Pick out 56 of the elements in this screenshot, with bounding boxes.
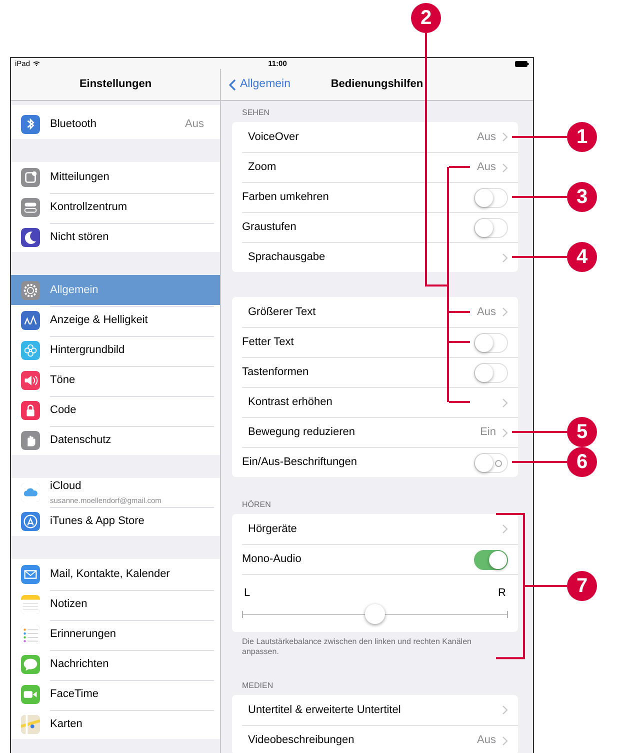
toggle-switch[interactable] [474, 550, 508, 570]
value-text: Aus [477, 733, 496, 748]
row-label: Farben umkehren [242, 190, 329, 206]
back-button[interactable]: Allgemein [229, 69, 290, 100]
sidebar-title: Einstellungen [79, 77, 152, 92]
row-label: Mono-Audio [242, 552, 302, 568]
row-label: Ein/Aus-Beschriftungen [242, 455, 357, 470]
section-header: SEHEN [241, 107, 271, 119]
section-header: HÖREN [241, 499, 272, 511]
value-text: Aus [477, 130, 496, 145]
section-header: MEDIEN [241, 680, 274, 692]
callout-number: 7 [567, 571, 597, 602]
section-footer: Die Lautstärkebalance zwischen den linken und rechten Kanälen anpassen. [232, 632, 518, 658]
chevron-icon [502, 252, 508, 262]
value-text: Aus [477, 304, 496, 320]
chevron-icon [502, 705, 508, 716]
leader-line [512, 256, 567, 258]
settings-row[interactable]: Größerer Text Aus [242, 297, 518, 327]
callout-number: 4 [567, 242, 597, 272]
chevron-icon [502, 736, 508, 746]
chevron-icon [502, 162, 508, 172]
settings-row[interactable]: Bewegung reduzieren Ein [242, 417, 518, 447]
row-label: Graustufen [242, 220, 296, 236]
settings-row[interactable]: Videobeschreibungen Aus [242, 725, 518, 753]
leader-line [512, 136, 567, 138]
settings-row[interactable]: Kontrast erhöhen [242, 387, 518, 417]
chevron-icon [502, 428, 508, 438]
leader-line [512, 461, 567, 463]
callout-number: 2 [411, 3, 441, 33]
settings-row[interactable]: VoiceOver Aus [242, 122, 518, 152]
leader-line [512, 431, 567, 433]
callout-number: 1 [567, 122, 597, 152]
value-text: Aus [185, 116, 204, 132]
settings-row[interactable]: Untertitel & erweiterte Untertitel [242, 695, 518, 726]
screen-title: Bedienungshilfen [330, 77, 424, 92]
value-text: Aus [477, 160, 496, 176]
balance-label: R [498, 586, 506, 601]
battery-icon [515, 60, 530, 66]
slider-thumb[interactable] [365, 604, 385, 624]
settings-row[interactable]: Sprachausgabe [242, 242, 518, 272]
chevron-icon [229, 78, 236, 90]
callout-number: 3 [567, 182, 597, 212]
settings-row[interactable]: Hörgeräte [242, 514, 518, 544]
leader-line [512, 196, 567, 198]
chevron-icon [502, 398, 508, 408]
wifi-icon [33, 61, 40, 66]
row-label: Tastenformen [242, 365, 309, 380]
chevron-icon [502, 524, 508, 534]
settings-row[interactable]: Zoom Aus [242, 152, 518, 182]
row-label: Fetter Text [242, 335, 294, 350]
callout-number: 6 [567, 447, 597, 477]
chevron-icon [502, 307, 508, 317]
callout-number: 5 [567, 417, 597, 447]
value-text: Ein [480, 425, 496, 440]
balance-label: L [244, 586, 250, 601]
chevron-icon [502, 132, 508, 142]
